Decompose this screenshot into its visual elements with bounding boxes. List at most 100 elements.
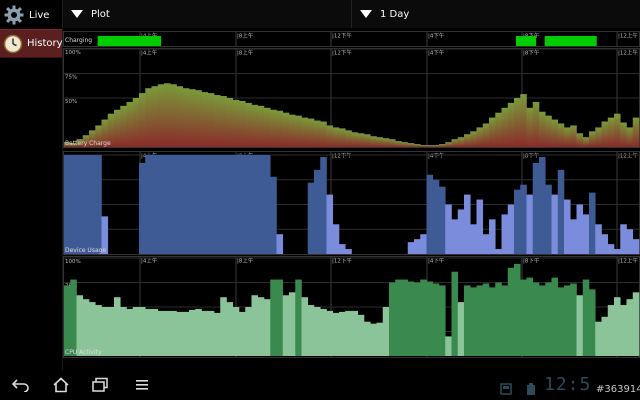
chart-bar — [295, 279, 302, 356]
chart-bar — [564, 127, 571, 147]
chart-bar — [495, 282, 502, 356]
plot-spinner[interactable]: Plot — [63, 0, 352, 28]
chart-bar — [207, 155, 215, 254]
chart-bar — [139, 162, 146, 254]
chart-bar — [220, 297, 227, 356]
chart-bar — [482, 234, 490, 254]
chart-bar — [564, 285, 571, 356]
chart-bar — [482, 123, 490, 147]
chart-bar — [526, 107, 534, 147]
chart-bar — [270, 279, 277, 356]
chart-bar — [432, 283, 440, 356]
chart-bar — [339, 311, 346, 356]
battery-status-icon — [526, 380, 538, 395]
home-button[interactable] — [48, 374, 74, 396]
watermark-text: #363914 — [596, 384, 640, 395]
chart-bar — [532, 282, 540, 356]
chart-bar — [226, 302, 234, 356]
back-icon — [11, 379, 29, 392]
chart-bar — [601, 234, 609, 254]
chart-bar — [370, 136, 377, 147]
chart-bar — [170, 310, 177, 356]
chart-bar — [476, 199, 484, 254]
chart-bar — [114, 109, 121, 147]
chart-bar — [314, 120, 321, 147]
y-tick-label: 50% — [65, 99, 77, 105]
chart-bar — [257, 297, 265, 356]
chart-bar — [632, 117, 640, 147]
chart-bar — [426, 281, 434, 356]
recent-apps-button[interactable] — [87, 374, 113, 396]
chart-bar — [264, 107, 271, 147]
mode-history-label: History — [27, 38, 63, 49]
chart-bar — [420, 145, 427, 147]
chart-bar — [157, 84, 165, 147]
chart-bar — [351, 310, 359, 356]
chart-bar — [314, 307, 321, 356]
chart-bar — [64, 155, 71, 254]
menu-button[interactable] — [129, 374, 155, 396]
y-tick-label: 75% — [65, 75, 77, 81]
chart-bar — [126, 101, 134, 147]
chart-bar — [189, 309, 196, 356]
chart-bar — [445, 142, 452, 147]
chart-bar — [70, 155, 77, 254]
chart-bar — [626, 299, 634, 356]
chart-bar — [482, 283, 490, 356]
chart-bar — [389, 282, 396, 356]
chart-bar — [226, 155, 234, 254]
chart-bar — [539, 156, 546, 254]
chart-bar — [276, 279, 284, 356]
chart-bar — [476, 285, 484, 356]
chart-bar — [432, 145, 440, 147]
chart-bar — [607, 244, 615, 254]
chart-bar — [226, 98, 234, 147]
chart-bar — [132, 307, 140, 356]
chart-bar — [126, 308, 134, 356]
chart-bar — [332, 224, 340, 254]
chart-bar — [464, 194, 471, 254]
mode-history[interactable]: History — [0, 29, 63, 58]
chart-bar — [414, 282, 421, 356]
chart-bar — [320, 156, 327, 254]
back-button[interactable] — [8, 374, 34, 396]
chart-bar — [507, 204, 515, 254]
chart-bar — [120, 307, 127, 356]
chart-bar — [364, 134, 371, 147]
chart-bar — [526, 194, 534, 254]
chart-bar — [145, 155, 152, 254]
chart-bar — [207, 93, 215, 147]
chart-bar — [495, 112, 502, 147]
notification-icon[interactable] — [500, 380, 512, 395]
chart-bar — [170, 84, 177, 147]
chart-bar — [307, 182, 315, 254]
chart-bar — [601, 121, 609, 147]
chart-bar — [214, 312, 221, 356]
chart-bar — [557, 169, 565, 254]
chart-bar — [607, 117, 615, 147]
chart-bar — [557, 123, 565, 147]
chart-bar — [289, 114, 296, 147]
chart-bar — [507, 102, 515, 147]
chart-bar — [245, 102, 252, 147]
chart-bar — [295, 115, 302, 147]
mode-sidebar: Live History — [0, 0, 63, 370]
chart-bar — [632, 239, 640, 254]
gear-icon — [3, 4, 25, 26]
chart-bar — [426, 145, 434, 147]
chart-bar — [451, 219, 459, 254]
chart-bar — [489, 117, 496, 147]
chart-bar — [595, 127, 602, 147]
chart-bar — [520, 184, 527, 254]
mode-live[interactable]: Live — [0, 2, 62, 28]
chart-bar — [151, 308, 159, 356]
chart-bar — [214, 155, 221, 254]
chart-bar — [426, 174, 434, 254]
chart-bar — [582, 279, 590, 356]
chart-bar — [351, 132, 359, 147]
chart-bar — [270, 176, 277, 254]
charging-bar — [515, 36, 537, 46]
chart-bar — [214, 95, 221, 147]
chart-bar — [107, 307, 115, 356]
range-spinner[interactable]: 1 Day — [352, 0, 640, 28]
